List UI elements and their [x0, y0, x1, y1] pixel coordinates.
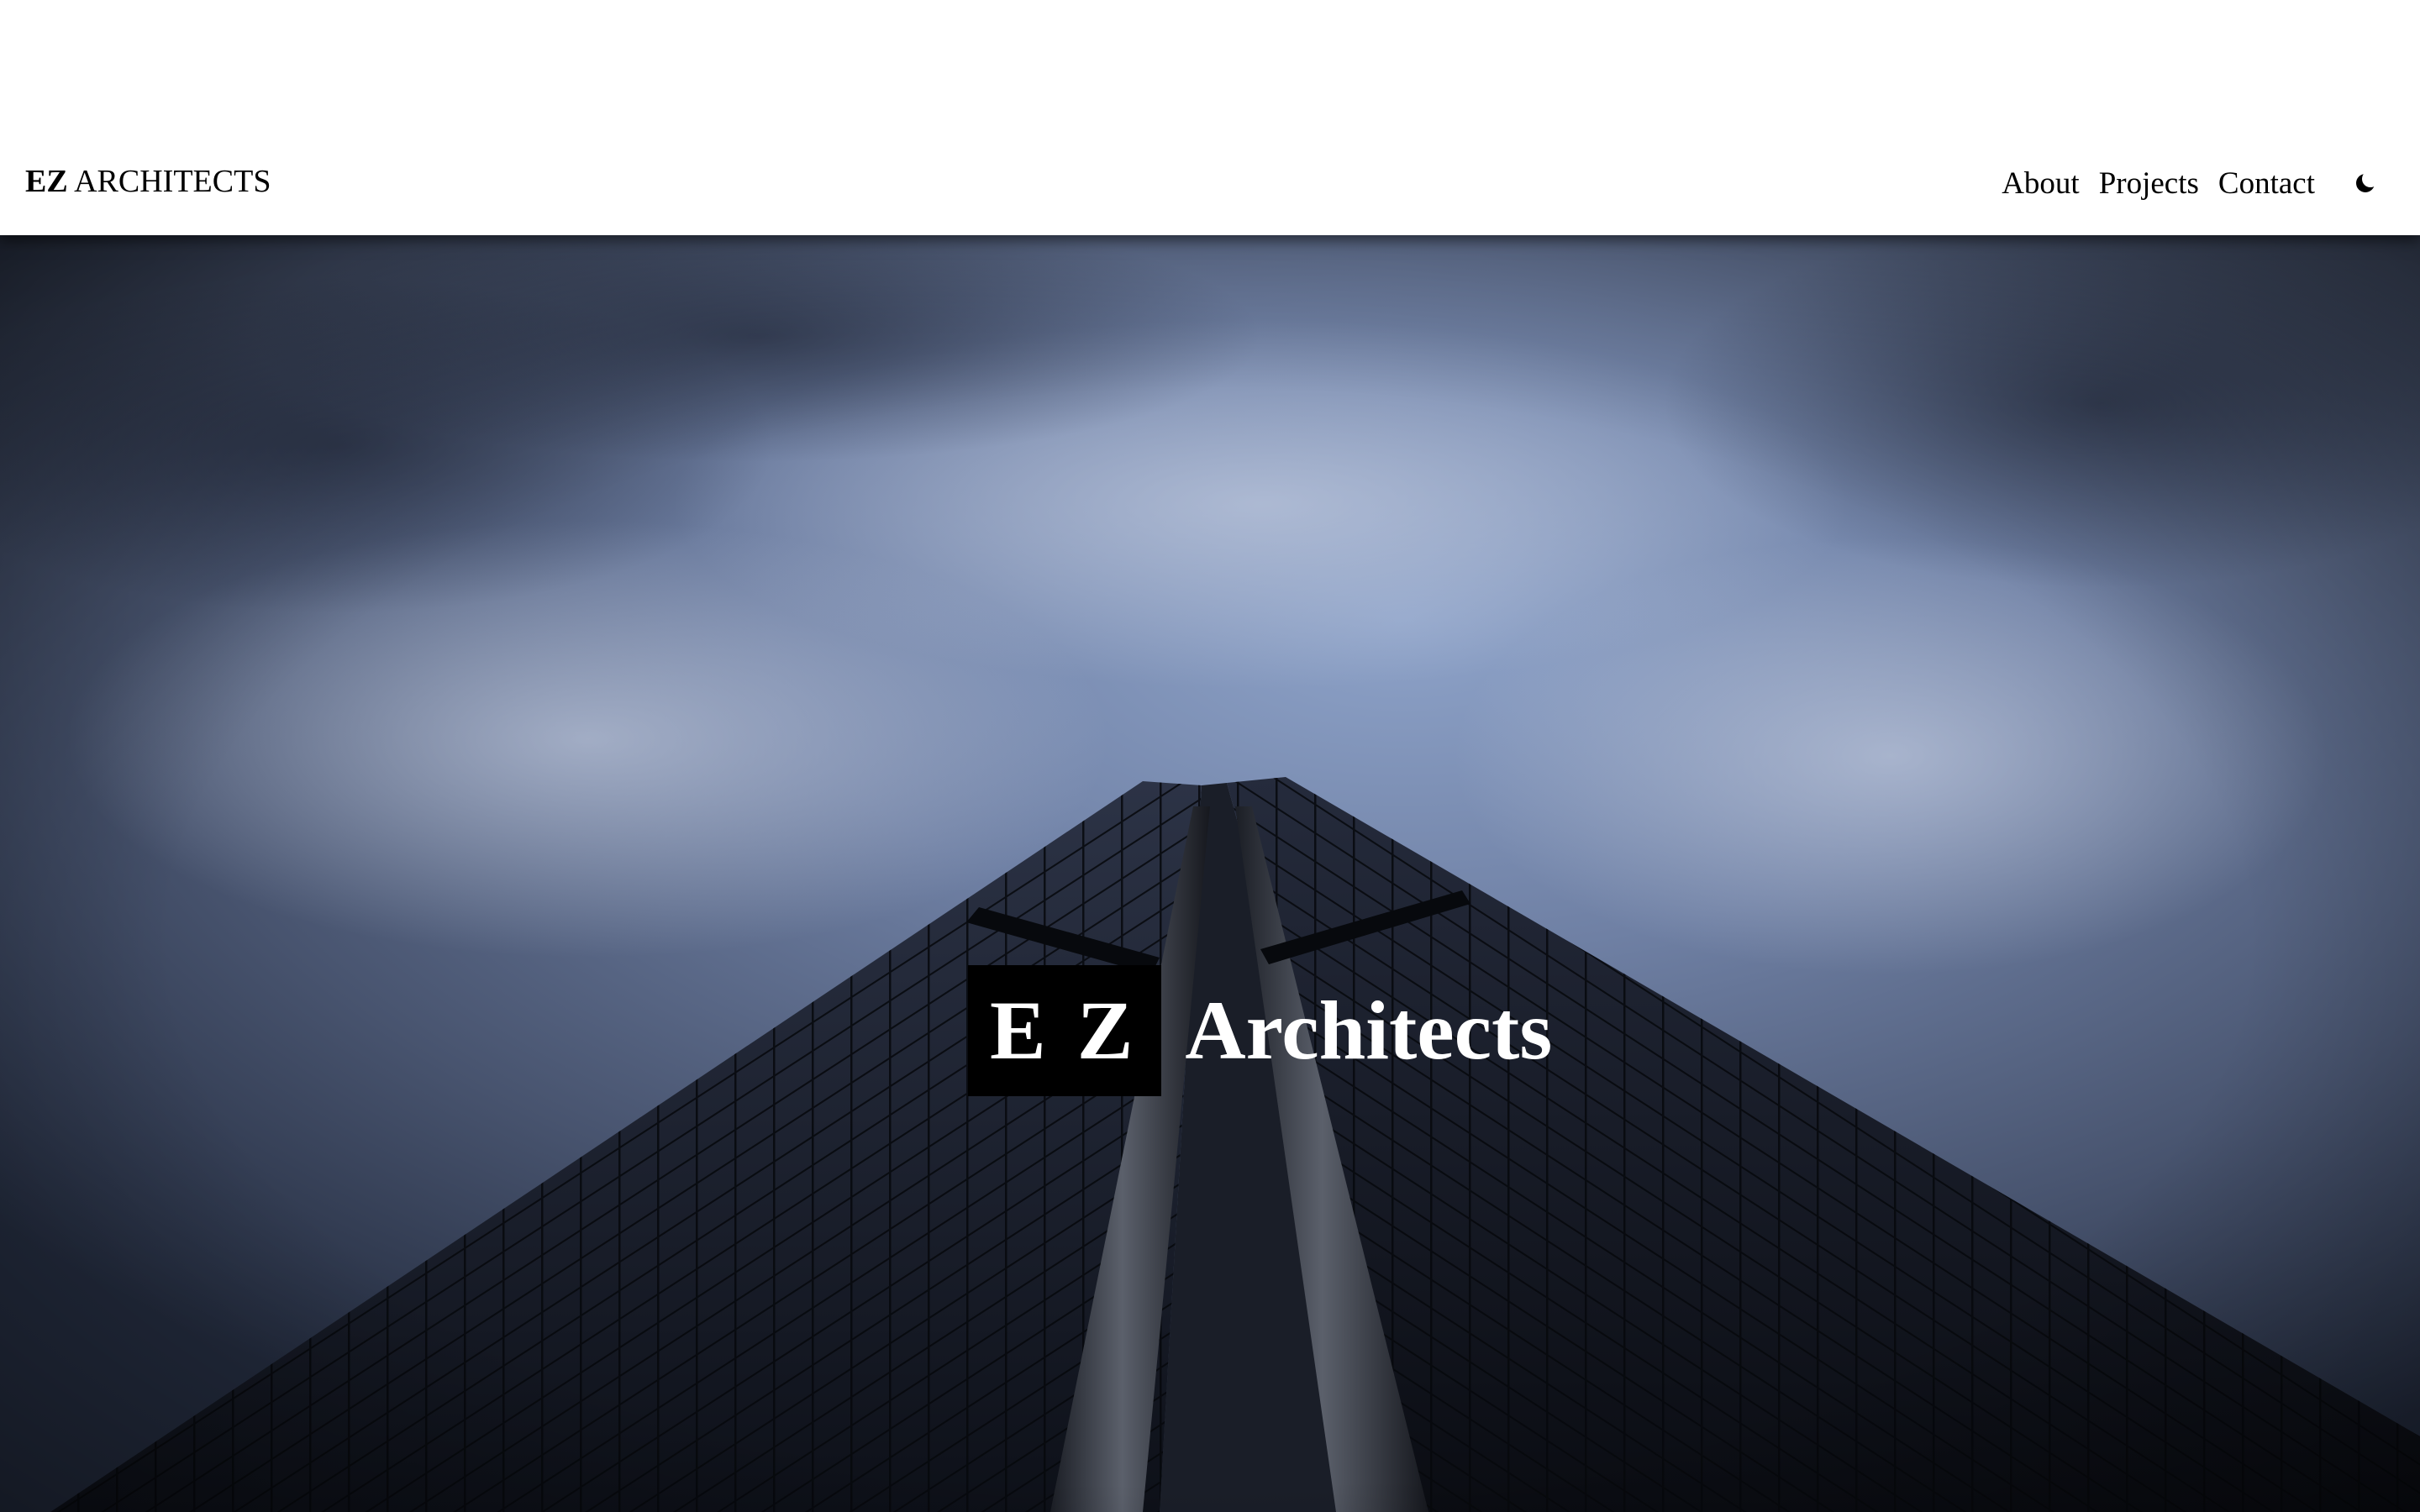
theme-toggle-button[interactable] — [2349, 166, 2383, 200]
moon-icon — [2356, 174, 2375, 192]
nav-link-projects[interactable]: Projects — [2099, 165, 2199, 202]
hero-section: E Z Architects — [0, 235, 2420, 1512]
hero-background-image — [0, 235, 2420, 1512]
nav-link-about[interactable]: About — [2002, 165, 2080, 202]
hero-title-word: Architects — [1185, 984, 1553, 1078]
brand-logo[interactable]: EZ ARCHITECTS — [25, 163, 271, 200]
hero-logo-mark: E Z — [968, 965, 1162, 1097]
brand-strong: EZ — [25, 164, 68, 199]
nav-link-contact[interactable]: Contact — [2218, 165, 2315, 202]
nav-links: About Projects Contact — [2002, 160, 2420, 207]
brand-rest: ARCHITECTS — [74, 164, 271, 199]
navbar: EZ ARCHITECTS About Projects Contact — [0, 0, 2420, 235]
hero-title: E Z Architects — [968, 965, 1553, 1097]
